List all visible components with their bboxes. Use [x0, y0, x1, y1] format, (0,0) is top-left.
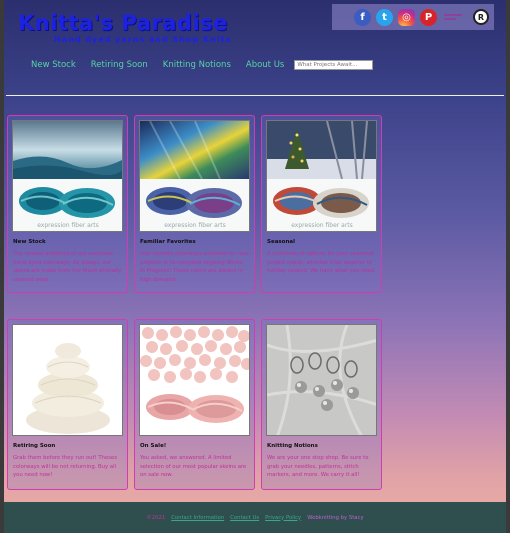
card-image-seasonal[interactable]: expression fiber arts [266, 120, 377, 232]
nav-knitting-notions[interactable]: Knitting Notions [163, 60, 231, 70]
header: Knitta's Paradise Hand dyed yarns and Sh… [4, 0, 506, 95]
site-tagline: Hand dyed yarns and Shop Knits [54, 35, 232, 44]
footer-credit: Webknitting by Stacy [307, 514, 364, 521]
ravelry-icon[interactable]: R [473, 9, 489, 25]
card-description: We are your one stop shop. Be sure to gr… [267, 455, 369, 478]
search-input[interactable] [294, 60, 374, 70]
pinterest-icon[interactable]: P [420, 8, 437, 26]
footer-link-contact-us[interactable]: Contact Us [230, 515, 259, 521]
card-image-knitting-notions[interactable] [266, 324, 377, 436]
card-description: The newest additions of our exclusive ha… [13, 251, 122, 283]
social-caption-lines [444, 14, 462, 19]
card-title[interactable]: Familiar Favorites [140, 239, 254, 245]
card-knitting-notions[interactable]: Knitting Notions We are your one stop sh… [261, 319, 382, 490]
yarn-image [13, 325, 122, 435]
card-image-new-stock[interactable]: expression fiber arts [12, 120, 123, 232]
card-title[interactable]: Knitting Notions [267, 443, 381, 449]
yarn-image [140, 325, 249, 435]
page-frame: Knitta's Paradise Hand dyed yarns and Sh… [4, 0, 506, 533]
footer-link-privacy-policy[interactable]: Privacy Policy [265, 515, 301, 521]
yarn-image: expression fiber arts [140, 121, 249, 231]
nav-new-stock[interactable]: New Stock [31, 60, 76, 70]
social-bar: f t ◎ P R [332, 4, 494, 30]
watermark-text: expression fiber arts [291, 222, 353, 229]
card-new-stock[interactable]: expression fiber arts New Stock The newe… [7, 115, 128, 293]
card-image-retiring-soon[interactable] [12, 324, 123, 436]
site-title[interactable]: Knitta's Paradise [18, 11, 228, 35]
social-caption [444, 12, 468, 23]
facebook-icon[interactable]: f [354, 8, 371, 26]
main-nav: New Stock Retiring Soon Knitting Notions… [31, 60, 374, 70]
notions-image [267, 325, 376, 435]
card-description: A multitude of options for your seasonal… [267, 251, 376, 274]
yarn-image: expression fiber arts [13, 121, 122, 231]
card-image-familiar-favorites[interactable]: expression fiber arts [139, 120, 250, 232]
card-on-sale[interactable]: On Sale! You asked, we answered. A limit… [134, 319, 255, 490]
card-title[interactable]: Seasonal [267, 239, 381, 245]
card-image-on-sale[interactable] [139, 324, 250, 436]
twitter-icon[interactable]: t [376, 8, 393, 26]
card-description: Grab them before they run out! Theses co… [13, 455, 118, 478]
instagram-icon[interactable]: ◎ [398, 8, 415, 26]
card-description: You asked, we answered. A limited select… [140, 455, 247, 478]
footer-copyright: ©2021 [146, 514, 166, 521]
card-title[interactable]: Retiring Soon [13, 443, 127, 449]
footer-link-contact-information[interactable]: Contact Information [171, 515, 224, 521]
card-seasonal[interactable]: expression fiber arts Seasonal A multitu… [261, 115, 382, 293]
card-title[interactable]: New Stock [13, 239, 127, 245]
card-retiring-soon[interactable]: Retiring Soon Grab them before they run … [7, 319, 128, 490]
watermark-text: expression fiber arts [164, 222, 226, 229]
nav-about-us[interactable]: About Us [246, 60, 284, 70]
header-divider [6, 95, 504, 96]
yarn-image: expression fiber arts [267, 121, 376, 231]
footer: ©2021 Contact Information Contact Us Pri… [4, 502, 506, 533]
nav-retiring-soon[interactable]: Retiring Soon [91, 60, 148, 70]
card-title[interactable]: On Sale! [140, 443, 254, 449]
watermark-text: expression fiber arts [37, 222, 99, 229]
card-description: Your favorite colorways available for ne… [140, 251, 249, 283]
card-familiar-favorites[interactable]: expression fiber arts Familiar Favorites… [134, 115, 255, 293]
